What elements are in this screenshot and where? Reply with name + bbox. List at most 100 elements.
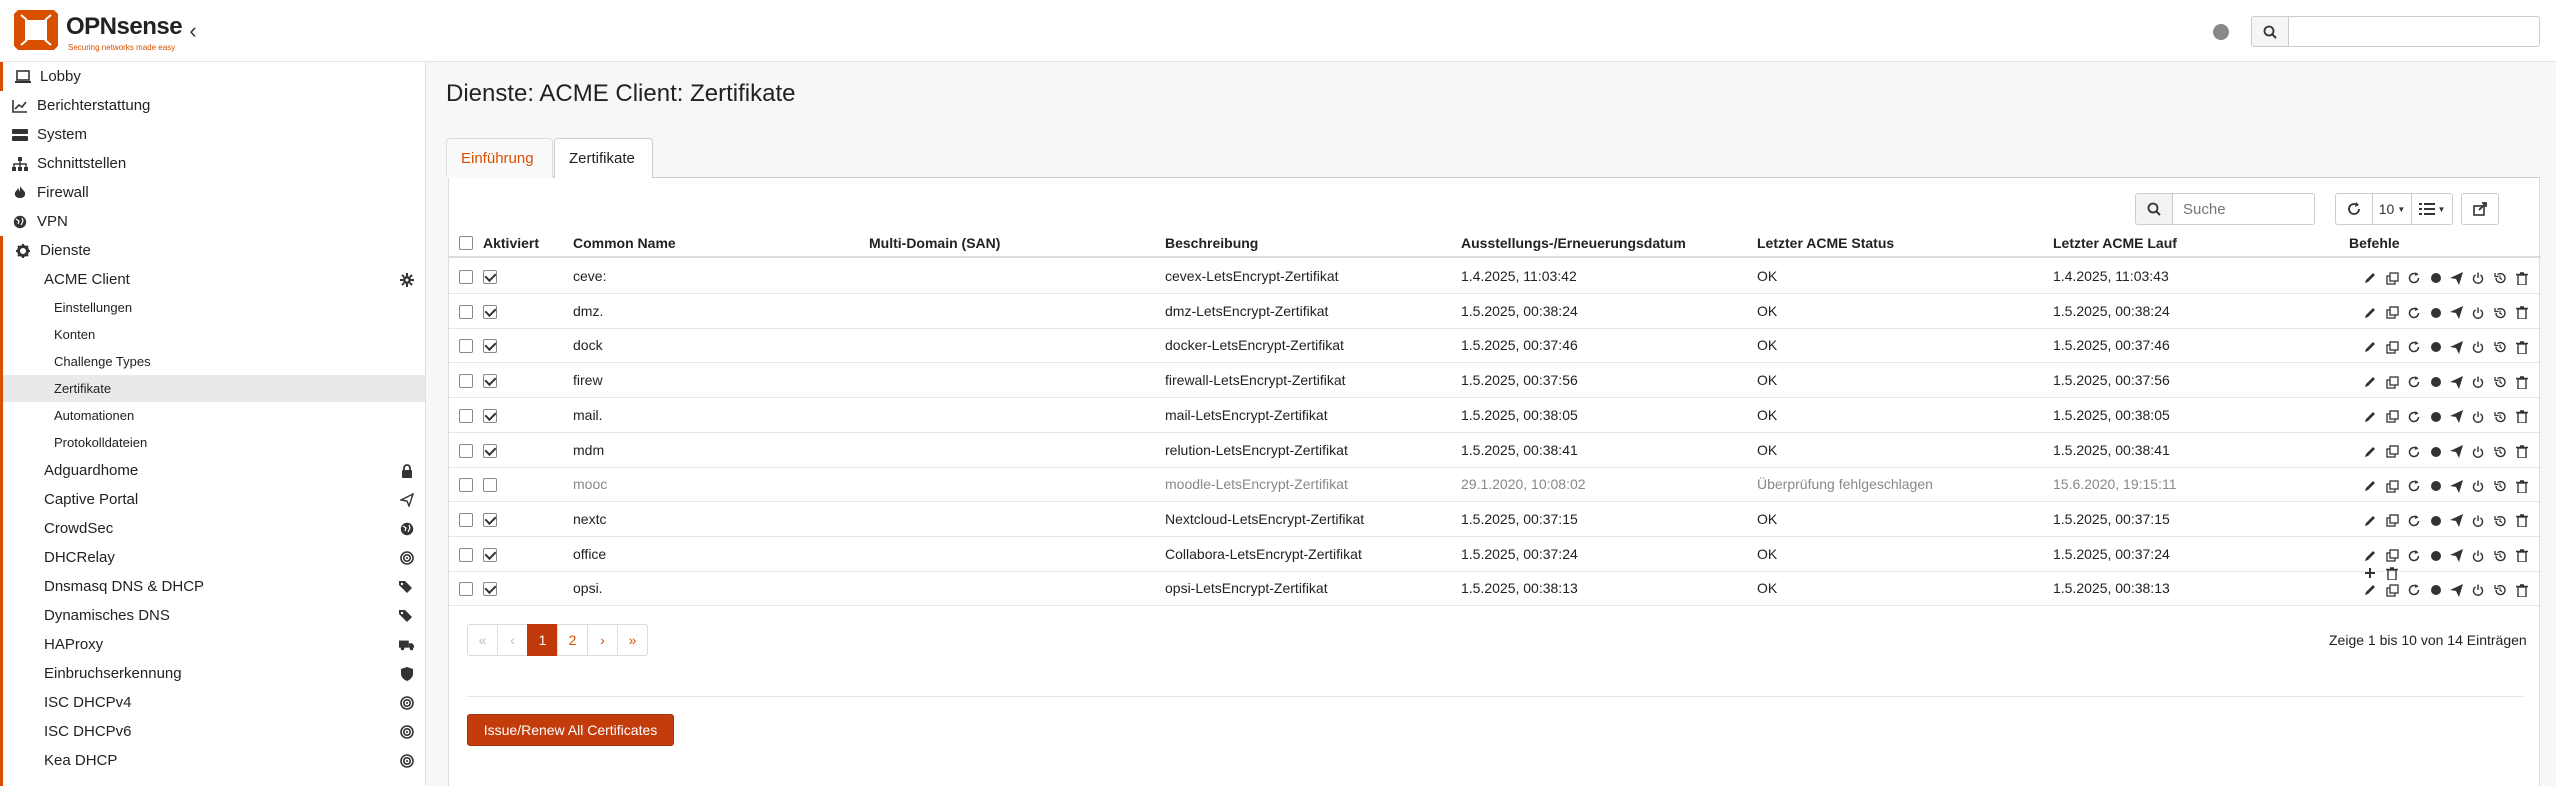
column-header-aktiviert[interactable]: Aktiviert: [483, 235, 539, 251]
sidebar-item-crowdsec[interactable]: CrowdSec: [0, 514, 425, 543]
pencil-icon[interactable]: [2361, 408, 2379, 426]
table-row[interactable]: dock docker-LetsEncrypt-Zertifikat 1.5.202…: [449, 329, 2541, 364]
sidebar-item-berichterstattung[interactable]: Berichterstattung: [0, 91, 425, 120]
history-icon[interactable]: [2491, 373, 2509, 391]
paper-plane-icon[interactable]: [2447, 338, 2465, 356]
history-icon[interactable]: [2491, 338, 2509, 356]
refresh-icon[interactable]: [2405, 408, 2423, 426]
sidebar-item-system[interactable]: System: [0, 120, 425, 149]
history-icon[interactable]: [2491, 512, 2509, 530]
history-icon[interactable]: [2491, 547, 2509, 565]
table-row[interactable]: office Collabora-LetsEncrypt-Zertifikat 1.…: [449, 537, 2541, 572]
column-header-san[interactable]: Multi-Domain (SAN): [869, 235, 1000, 251]
pagination-prev[interactable]: ‹: [497, 624, 528, 656]
circle-icon[interactable]: [2427, 443, 2445, 461]
copy-icon[interactable]: [2383, 304, 2401, 322]
paper-plane-icon[interactable]: [2447, 304, 2465, 322]
pagination-next[interactable]: ›: [587, 624, 618, 656]
copy-icon[interactable]: [2383, 269, 2401, 287]
pencil-icon[interactable]: [2361, 443, 2379, 461]
refresh-icon[interactable]: [2405, 581, 2423, 599]
row-enabled-checkbox[interactable]: [483, 443, 497, 458]
pagination-page-2[interactable]: 2: [557, 624, 588, 656]
copy-icon[interactable]: [2383, 477, 2401, 495]
paper-plane-icon[interactable]: [2447, 477, 2465, 495]
pagination-last[interactable]: »: [617, 624, 648, 656]
refresh-icon[interactable]: [2405, 477, 2423, 495]
row-enabled-checkbox[interactable]: [483, 478, 497, 493]
circle-icon[interactable]: [2427, 512, 2445, 530]
row-enabled-checkbox[interactable]: [483, 582, 497, 597]
refresh-icon[interactable]: [2405, 443, 2423, 461]
refresh-icon[interactable]: [2405, 512, 2423, 530]
tab-einfuehrung[interactable]: Einführung: [446, 138, 553, 178]
sidebar-item-einbruchserkennung[interactable]: Einbruchserkennung: [0, 659, 425, 688]
page-size-dropdown[interactable]: 10 ▼: [2372, 193, 2412, 225]
pencil-icon[interactable]: [2361, 477, 2379, 495]
paper-plane-icon[interactable]: [2447, 269, 2465, 287]
refresh-icon[interactable]: [2405, 338, 2423, 356]
paper-plane-icon[interactable]: [2447, 512, 2465, 530]
sidebar-item-vpn[interactable]: VPN: [0, 207, 425, 236]
power-icon[interactable]: [2469, 477, 2487, 495]
pencil-icon[interactable]: [2361, 338, 2379, 356]
row-select-checkbox[interactable]: [459, 512, 473, 527]
paper-plane-icon[interactable]: [2447, 443, 2465, 461]
table-row[interactable]: mdm relution-LetsEncrypt-Zertifikat 1.5.20…: [449, 433, 2541, 468]
copy-icon[interactable]: [2383, 408, 2401, 426]
history-icon[interactable]: [2491, 269, 2509, 287]
sidebar-item-schnittstellen[interactable]: Schnittstellen: [0, 149, 425, 178]
paper-plane-icon[interactable]: [2447, 373, 2465, 391]
history-icon[interactable]: [2491, 443, 2509, 461]
sidebar-item-konten[interactable]: Konten: [0, 321, 425, 348]
column-header-acme-status[interactable]: Letzter ACME Status: [1757, 235, 1894, 251]
copy-icon[interactable]: [2383, 338, 2401, 356]
power-icon[interactable]: [2469, 547, 2487, 565]
opnsense-logo[interactable]: OPNsense Securing networks made easy: [12, 6, 207, 56]
trash-icon[interactable]: [2513, 304, 2531, 322]
circle-icon[interactable]: [2427, 373, 2445, 391]
row-enabled-checkbox[interactable]: [483, 339, 497, 354]
copy-icon[interactable]: [2383, 547, 2401, 565]
circle-icon[interactable]: [2427, 269, 2445, 287]
row-enabled-checkbox[interactable]: [483, 512, 497, 527]
table-row[interactable]: mooc moodle-LetsEncrypt-Zertifikat 29.1.20…: [449, 468, 2541, 503]
trash-icon[interactable]: [2513, 373, 2531, 391]
circle-icon[interactable]: [2427, 304, 2445, 322]
row-select-checkbox[interactable]: [459, 547, 473, 562]
row-select-checkbox[interactable]: [459, 478, 473, 493]
history-icon[interactable]: [2491, 477, 2509, 495]
row-select-checkbox[interactable]: [459, 408, 473, 423]
top-search-button[interactable]: [2251, 16, 2289, 47]
pagination-page-1[interactable]: 1: [527, 624, 558, 656]
tab-zertifikate[interactable]: Zertifikate: [554, 138, 653, 179]
sidebar-item-next-partial[interactable]: [0, 775, 425, 786]
circle-icon[interactable]: [2427, 408, 2445, 426]
power-icon[interactable]: [2469, 581, 2487, 599]
top-search-input[interactable]: [2288, 16, 2540, 47]
row-enabled-checkbox[interactable]: [483, 270, 497, 284]
trash-icon[interactable]: [2513, 512, 2531, 530]
export-button[interactable]: [2461, 193, 2499, 225]
table-search-input[interactable]: [2172, 193, 2315, 225]
pencil-icon[interactable]: [2361, 547, 2379, 565]
row-select-checkbox[interactable]: [459, 339, 473, 354]
table-row[interactable]: nextc Nextcloud-LetsEncrypt-Zertifikat 1.5…: [449, 502, 2541, 537]
paper-plane-icon[interactable]: [2447, 408, 2465, 426]
table-row[interactable]: opsi. opsi-LetsEncrypt-Zertifikat 1.5.2025…: [449, 572, 2541, 607]
copy-icon[interactable]: [2383, 373, 2401, 391]
pagination-first[interactable]: «: [467, 624, 498, 656]
delete-selected-icon[interactable]: [2383, 564, 2401, 582]
trash-icon[interactable]: [2513, 408, 2531, 426]
sidebar-item-isc-dhcpv4[interactable]: ISC DHCPv4: [0, 688, 425, 717]
row-enabled-checkbox[interactable]: [483, 547, 497, 562]
column-header-acme-lauf[interactable]: Letzter ACME Lauf: [2053, 235, 2177, 251]
refresh-button[interactable]: [2335, 193, 2373, 225]
pencil-icon[interactable]: [2361, 269, 2379, 287]
sidebar-item-einstellungen[interactable]: Einstellungen: [0, 294, 425, 321]
circle-icon[interactable]: [2427, 338, 2445, 356]
power-icon[interactable]: [2469, 443, 2487, 461]
column-header-ausstellungsdatum[interactable]: Ausstellungs-/Erneuerungsdatum: [1461, 235, 1686, 251]
sidebar-item-automationen[interactable]: Automationen: [0, 402, 425, 429]
row-select-checkbox[interactable]: [459, 582, 473, 597]
